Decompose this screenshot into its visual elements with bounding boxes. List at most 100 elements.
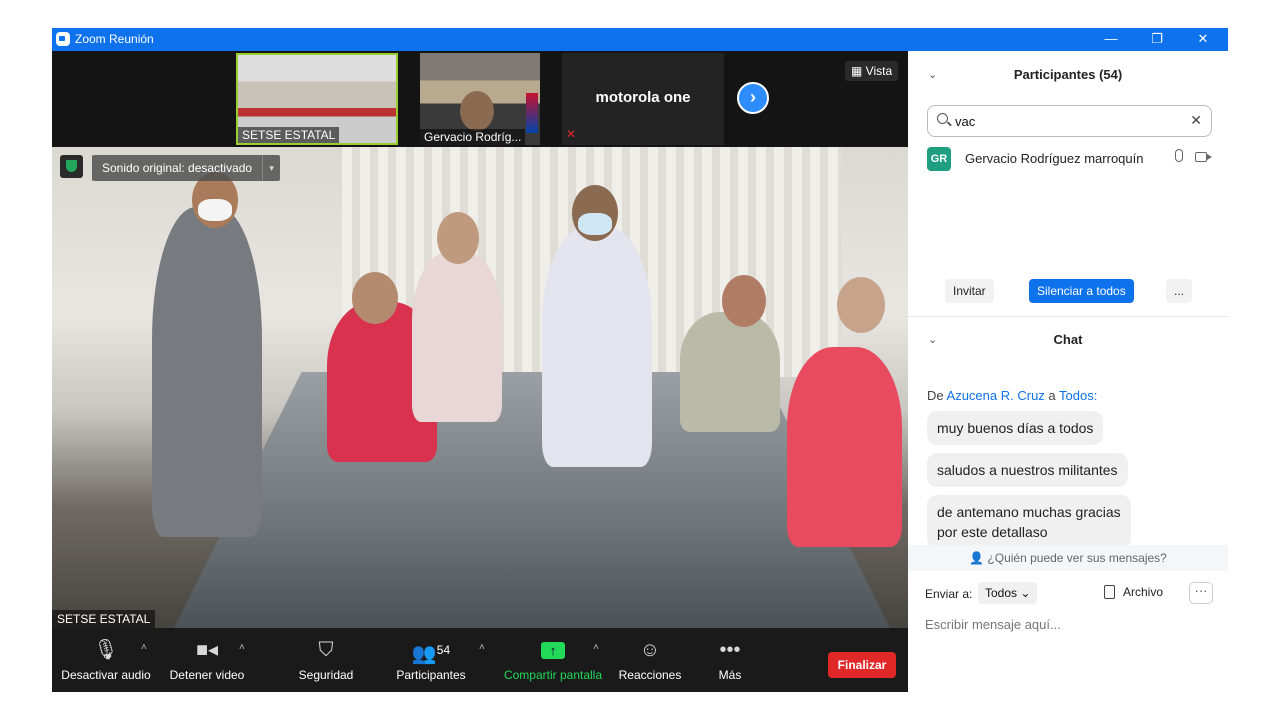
- minimize-button[interactable]: —: [1088, 28, 1134, 51]
- participant-face: [460, 91, 494, 131]
- person-head: [837, 277, 885, 333]
- audio-options-caret-icon[interactable]: ˄: [141, 642, 147, 653]
- zoom-window: Zoom Reunión — ❐ ✕ SETSE ESTATAL Gervaci…: [52, 28, 1228, 692]
- security-label: Seguridad: [298, 668, 354, 682]
- chat-message-line: por este detallaso: [937, 524, 1048, 540]
- person-standing-left: [152, 207, 262, 537]
- person-seated-right: [680, 312, 780, 432]
- participants-label: Participantes: [396, 668, 466, 682]
- person-head: [352, 272, 398, 324]
- person-icon: 👤: [969, 551, 985, 565]
- security-button[interactable]: ⛉ Seguridad: [292, 628, 360, 692]
- face-mask: [198, 199, 232, 221]
- end-meeting-button[interactable]: Finalizar: [828, 652, 896, 678]
- microphone-icon: 🎙: [93, 639, 119, 661]
- participants-options-caret-icon[interactable]: ˄: [479, 642, 485, 653]
- video-area: SETSE ESTATAL Gervacio Rodríg... motorol…: [52, 51, 908, 692]
- close-window-button[interactable]: ✕: [1180, 28, 1226, 51]
- participant-name: Gervacio Rodríguez marroquín: [965, 151, 1144, 166]
- window-title: Zoom Reunión: [75, 32, 154, 46]
- participant-row[interactable]: GR Gervacio Rodríguez marroquín: [927, 147, 1217, 171]
- mute-all-button[interactable]: Silenciar a todos: [1029, 279, 1134, 303]
- encryption-shield-icon[interactable]: [60, 155, 83, 178]
- video-camera-icon[interactable]: [1195, 152, 1212, 162]
- flag-image: [526, 93, 538, 133]
- recipient-name[interactable]: Todos:: [1059, 388, 1097, 403]
- share-screen-label: Compartir pantalla: [503, 668, 603, 682]
- microphone-icon[interactable]: [1175, 149, 1183, 162]
- face-mask: [578, 213, 612, 235]
- person-seated-red: [787, 347, 902, 547]
- glass-table: [172, 372, 892, 628]
- participants-button[interactable]: 👥54 Participantes: [392, 628, 470, 692]
- clear-search-icon[interactable]: ✕: [1190, 112, 1202, 129]
- share-screen-icon: ↑: [502, 632, 604, 668]
- share-options-caret-icon[interactable]: ˄: [593, 642, 599, 653]
- person-standing-center: [542, 227, 652, 467]
- chat-more-button[interactable]: ···: [1189, 582, 1213, 604]
- chat-title: Chat: [1053, 332, 1083, 347]
- video-camera-icon: ■◂: [195, 639, 219, 661]
- share-screen-button[interactable]: ↑ Compartir pantalla: [502, 628, 604, 692]
- from-mid: a: [1048, 388, 1056, 403]
- next-page-button[interactable]: ›: [737, 82, 769, 114]
- more-button[interactable]: ••• Más: [708, 628, 752, 692]
- invite-button[interactable]: Invitar: [945, 279, 994, 303]
- participant-search-input[interactable]: [955, 111, 1185, 131]
- sender-name[interactable]: Azucena R. Cruz: [947, 388, 1045, 403]
- view-button[interactable]: ▦ Vista: [845, 61, 899, 81]
- thumbnail-setse-estatal[interactable]: SETSE ESTATAL: [236, 53, 398, 145]
- chat-message: muy buenos días a todos: [927, 411, 1104, 445]
- thumbnail-motorola-one[interactable]: motorola one ✕: [562, 53, 724, 145]
- mute-audio-button[interactable]: 🎙 Desactivar audio: [60, 628, 152, 692]
- reactions-button[interactable]: ☺ Reacciones: [618, 628, 682, 692]
- mute-audio-label: Desactivar audio: [61, 668, 151, 682]
- participant-thumbnail-strip: SETSE ESTATAL Gervacio Rodríg... motorol…: [52, 51, 908, 147]
- chevron-down-icon[interactable]: ▾: [262, 155, 280, 181]
- who-can-see-link[interactable]: 👤 ¿Quién puede ver sus mensajes?: [908, 545, 1228, 571]
- chat-message: de antemano muchas gracias por este deta…: [927, 495, 1131, 549]
- stop-video-button[interactable]: ■◂ Detener video: [164, 628, 250, 692]
- participants-more-button[interactable]: ...: [1166, 279, 1193, 303]
- more-label: Más: [718, 668, 742, 682]
- thumbnail-name-label: Gervacio Rodríg...: [420, 129, 526, 145]
- restore-button[interactable]: ❐: [1134, 28, 1180, 51]
- participants-icon: 👥54: [411, 643, 451, 665]
- video-options-caret-icon[interactable]: ˄: [239, 642, 245, 653]
- from-prefix: De: [927, 388, 944, 403]
- chat-message-line: de antemano muchas gracias: [937, 504, 1121, 520]
- thumbnail-gervacio[interactable]: Gervacio Rodríg...: [420, 53, 540, 145]
- person-standing-floral: [412, 252, 502, 422]
- send-to-label: Enviar a:: [925, 587, 973, 601]
- reactions-label: Reacciones: [618, 668, 682, 682]
- original-sound-toggle[interactable]: Sonido original: desactivado ▾: [92, 155, 281, 181]
- muted-mic-icon: ✕: [566, 127, 577, 141]
- avatar: GR: [927, 147, 951, 171]
- original-sound-label: Sonido original: desactivado: [102, 161, 253, 175]
- file-label: Archivo: [1123, 585, 1164, 599]
- file-icon: [1104, 585, 1115, 599]
- person-head: [722, 275, 766, 327]
- file-button[interactable]: Archivo: [1104, 585, 1163, 599]
- title-bar: Zoom Reunión — ❐ ✕: [52, 28, 1228, 51]
- chat-message-input[interactable]: [925, 612, 1215, 636]
- chat-sender-line: De Azucena R. Cruz a Todos:: [927, 388, 1097, 403]
- side-panel: ⌄ Participantes (54) ✕ GR Gervacio Rodrí…: [908, 51, 1228, 692]
- panel-divider: [908, 316, 1228, 317]
- thumbnail-name-text: motorola one: [595, 89, 691, 106]
- send-to-dropdown[interactable]: Todos ⌄: [978, 582, 1038, 604]
- chat-message: saludos a nuestros militantes: [927, 453, 1128, 487]
- zoom-app-icon: [56, 32, 70, 46]
- main-video-name-label: SETSE ESTATAL: [52, 610, 156, 628]
- stop-video-label: Detener video: [169, 668, 245, 682]
- thumbnail-name-label: SETSE ESTATAL: [238, 127, 340, 143]
- emoji-icon: ☺: [639, 639, 661, 661]
- who-can-see-label: ¿Quién puede ver sus mensajes?: [987, 551, 1167, 565]
- person-head: [437, 212, 479, 264]
- meeting-toolbar: 🎙 Desactivar audio ˄ ■◂ Detener video ˄ …: [52, 628, 908, 692]
- search-icon: [937, 113, 948, 124]
- participants-title: Participantes (54): [1013, 67, 1123, 82]
- participants-count: 54: [436, 643, 451, 657]
- shield-icon: ⛉: [318, 639, 334, 661]
- main-video-feed: Sonido original: desactivado ▾ SETSE EST…: [52, 147, 908, 628]
